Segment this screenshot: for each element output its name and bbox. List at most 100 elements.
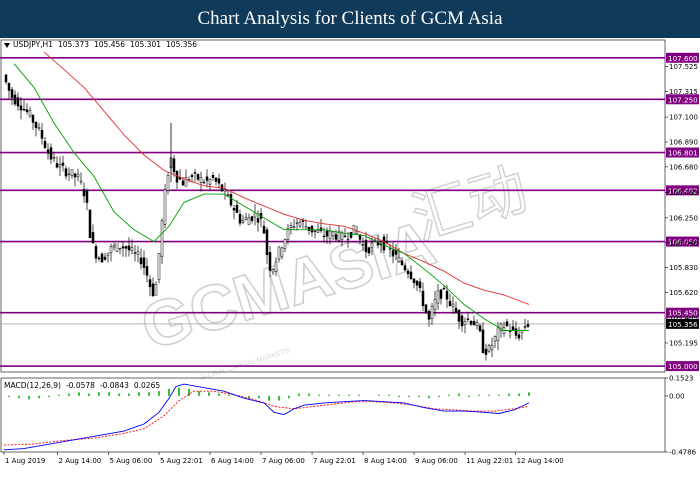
candle-body — [7, 83, 11, 91]
price-tick-label: 106.890 — [669, 138, 698, 146]
candle-body — [52, 157, 56, 159]
candle-body — [325, 230, 329, 237]
banner-title: Chart Analysis for Clients of GCM Asia — [197, 8, 503, 29]
candle-body — [121, 246, 125, 249]
candle-body — [304, 226, 308, 229]
candle-body — [418, 281, 422, 288]
candle-body — [475, 322, 479, 326]
candle-body — [484, 348, 488, 355]
candle-body — [229, 194, 233, 206]
candle-body — [298, 222, 302, 227]
low-value: 105.301 — [130, 40, 162, 49]
level-label: 107.250 — [668, 95, 698, 104]
candle-body — [487, 345, 491, 352]
candle-body — [157, 253, 161, 280]
candle-body — [328, 230, 332, 240]
candle-body — [124, 246, 128, 249]
time-tick-label: 8 Aug 14:00 — [364, 457, 407, 465]
price-chart[interactable]: GCMASIA汇动GLOBAL CAPITAL MARKETS 107.6001… — [0, 38, 700, 500]
candle-body — [193, 172, 197, 174]
candle-body — [322, 235, 326, 238]
candle-body — [214, 177, 218, 182]
candle-body — [313, 230, 317, 232]
candle-body — [397, 257, 401, 263]
candle-body — [235, 204, 239, 213]
dropdown-triangle-icon[interactable] — [4, 42, 10, 48]
candle-body — [13, 94, 17, 105]
candle-body — [337, 231, 341, 241]
candle-body — [67, 173, 71, 175]
candle-body — [181, 180, 185, 186]
price-tick-label: 107.525 — [669, 63, 698, 71]
candle-body — [289, 225, 293, 228]
candle-body — [427, 311, 431, 320]
candle-body — [211, 175, 215, 178]
price-tick-label: 106.465 — [669, 189, 698, 197]
time-tick-label: 5 Aug 06:00 — [110, 457, 153, 465]
price-tick-label: 107.100 — [669, 114, 698, 122]
candle-body — [460, 315, 464, 327]
candle-body — [166, 175, 170, 191]
candle-body — [142, 257, 146, 268]
candle-body — [367, 247, 371, 254]
close-value: 105.356 — [166, 40, 198, 49]
high-value: 105.456 — [94, 40, 126, 49]
candle-body — [70, 169, 74, 176]
price-tick-label: 106.250 — [669, 214, 698, 222]
candle-body — [316, 230, 320, 233]
candle-body — [394, 250, 398, 255]
macd-info: MACD(12,26,9) -0.0578 -0.0843 0.0265 — [4, 381, 160, 390]
candle-body — [457, 309, 461, 322]
price-tick-label: 105.830 — [669, 264, 698, 272]
candle-body — [421, 290, 425, 307]
candle-body — [190, 175, 194, 177]
candle-body — [391, 249, 395, 257]
candle-body — [277, 246, 281, 260]
candle-body — [283, 239, 287, 249]
candle-body — [40, 129, 44, 139]
macd-tick-label: -0.4786 — [669, 449, 697, 457]
time-tick-label: 1 Aug 2019 — [5, 457, 45, 465]
time-axis: 1 Aug 2019 2 Aug 14:00 5 Aug 06:00 5 Aug 22… — [3, 452, 564, 465]
candle-body — [76, 173, 80, 178]
candle-body — [454, 307, 458, 313]
candle-body — [340, 232, 344, 240]
candle-body — [511, 326, 515, 331]
candle-body — [271, 268, 275, 273]
macd-tick-label: 0.00 — [669, 392, 685, 400]
candle-body — [382, 236, 386, 251]
candle-body — [100, 253, 104, 263]
candle-body — [196, 174, 200, 180]
chart-screenshot: Chart Analysis for Clients of GCM Asia G… — [0, 0, 700, 500]
candle-body — [115, 241, 119, 252]
candle-body — [61, 162, 65, 166]
candle-body — [34, 121, 38, 128]
support-resistance-levels: 107.600107.250106.801106.482106.050105.4… — [0, 52, 699, 372]
candle-body — [349, 231, 353, 238]
candle-body — [448, 300, 452, 306]
candle-body — [139, 257, 143, 265]
candle-body — [31, 115, 35, 123]
candle-body — [205, 176, 209, 181]
candle-body — [232, 208, 236, 211]
candle-body — [442, 287, 446, 290]
candle-body — [355, 231, 359, 234]
candle-body — [385, 240, 389, 243]
candle-body — [37, 126, 41, 130]
macd-tick-label: 0.1523 — [669, 375, 694, 383]
symbol-name: USDJPY,H1 — [13, 40, 53, 49]
candle-body — [433, 299, 437, 310]
macd-label: MACD(12,26,9) — [4, 381, 61, 390]
candle-body — [223, 189, 227, 192]
candle-body — [439, 289, 443, 299]
title-banner: Chart Analysis for Clients of GCM Asia — [0, 0, 700, 38]
candle-body — [424, 304, 428, 314]
candle-body — [88, 209, 92, 238]
candle-body — [241, 220, 245, 223]
candle-body — [172, 158, 176, 173]
watermark-chinese: 汇动 — [404, 154, 535, 253]
price-frame — [0, 39, 666, 373]
candle-body — [517, 334, 521, 339]
time-tick-label: 12 Aug 14:00 — [517, 457, 564, 465]
candle-body — [412, 278, 416, 283]
